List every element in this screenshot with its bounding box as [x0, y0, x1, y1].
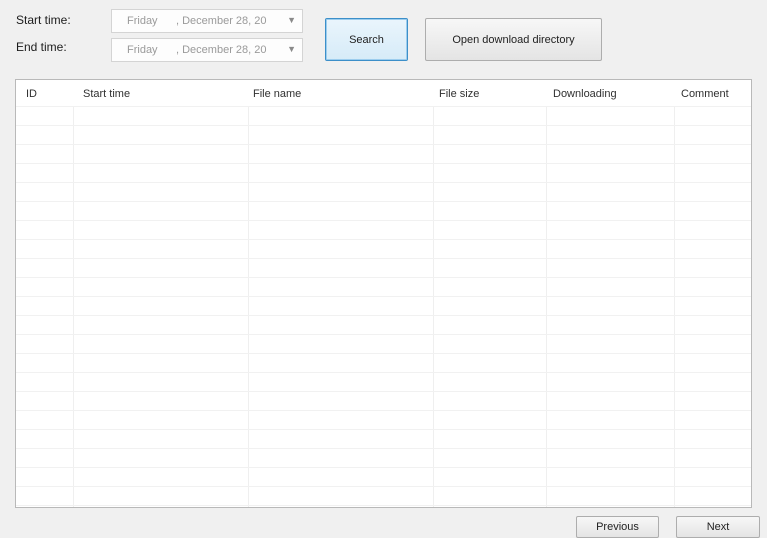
end-date-day[interactable]: Friday: [127, 44, 158, 56]
grid-row-divider: [16, 410, 751, 411]
download-table[interactable]: ID Start time File name File size Downlo…: [15, 79, 752, 508]
grid-column-divider: [248, 106, 249, 507]
start-time-label: Start time:: [16, 13, 71, 27]
grid-row-divider: [16, 505, 751, 506]
start-date-value[interactable]: , December 28, 20: [176, 15, 267, 27]
end-date-picker[interactable]: Friday , December 28, 20 ▼: [111, 38, 303, 62]
grid-row-divider: [16, 239, 751, 240]
grid-row-divider: [16, 448, 751, 449]
grid-row-divider: [16, 486, 751, 487]
grid-row-divider: [16, 106, 751, 107]
start-date-day[interactable]: Friday: [127, 15, 158, 27]
grid-row-divider: [16, 429, 751, 430]
grid-row-divider: [16, 467, 751, 468]
chevron-down-icon[interactable]: ▼: [287, 15, 296, 25]
grid-column-divider: [546, 106, 547, 507]
grid-column-divider: [73, 106, 74, 507]
column-header-file-name[interactable]: File name: [253, 88, 301, 100]
grid-row-divider: [16, 277, 751, 278]
column-header-id[interactable]: ID: [26, 88, 37, 100]
grid-row-divider: [16, 258, 751, 259]
grid-row-divider: [16, 334, 751, 335]
grid-row-divider: [16, 163, 751, 164]
grid-row-divider: [16, 125, 751, 126]
next-button[interactable]: Next: [676, 516, 760, 538]
grid-row-divider: [16, 182, 751, 183]
grid-row-divider: [16, 144, 751, 145]
grid-row-divider: [16, 220, 751, 221]
open-download-directory-button[interactable]: Open download directory: [425, 18, 602, 61]
previous-button[interactable]: Previous: [576, 516, 659, 538]
grid-row-divider: [16, 296, 751, 297]
column-header-comment[interactable]: Comment: [681, 88, 729, 100]
column-header-file-size[interactable]: File size: [439, 88, 479, 100]
end-time-label: End time:: [16, 40, 67, 54]
column-header-start-time[interactable]: Start time: [83, 88, 130, 100]
grid-column-divider: [433, 106, 434, 507]
grid-row-divider: [16, 372, 751, 373]
grid-row-divider: [16, 201, 751, 202]
search-button[interactable]: Search: [325, 18, 408, 61]
start-date-picker[interactable]: Friday , December 28, 20 ▼: [111, 9, 303, 33]
grid-row-divider: [16, 353, 751, 354]
grid-row-divider: [16, 391, 751, 392]
column-header-downloading[interactable]: Downloading: [553, 88, 617, 100]
grid-row-divider: [16, 315, 751, 316]
end-date-value[interactable]: , December 28, 20: [176, 44, 267, 56]
chevron-down-icon[interactable]: ▼: [287, 44, 296, 54]
grid-column-divider: [674, 106, 675, 507]
table-header: ID Start time File name File size Downlo…: [16, 80, 751, 106]
